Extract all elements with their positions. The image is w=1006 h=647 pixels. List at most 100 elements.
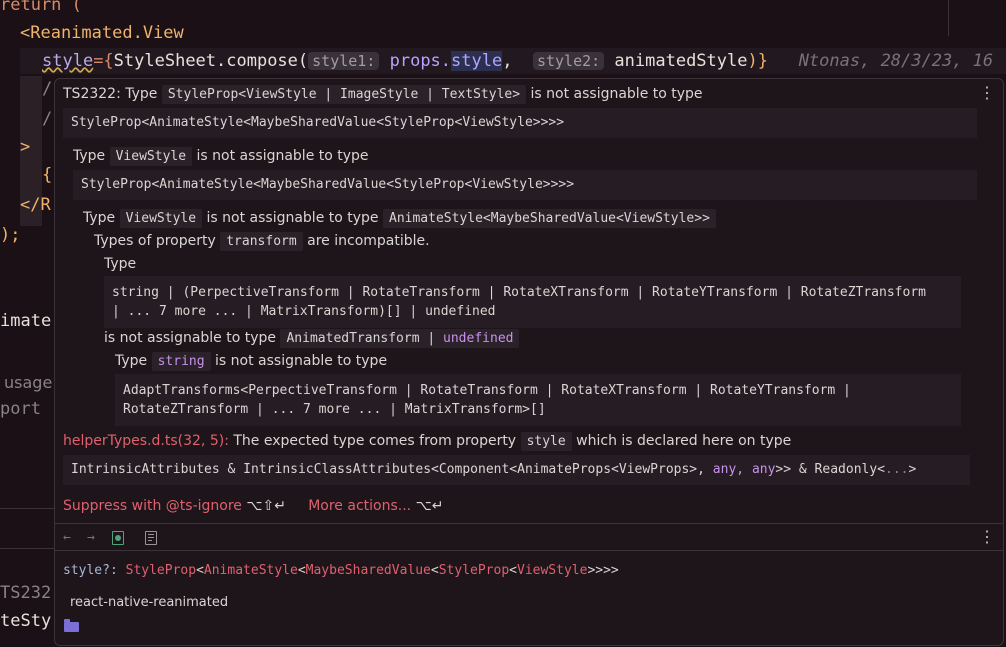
module-name: react-native-reanimated xyxy=(70,595,229,610)
arg-animated-style: animatedStyle xyxy=(614,51,748,71)
target-type-code: StyleProp<AnimateStyle<MaybeSharedValue<… xyxy=(63,108,977,138)
code-text: >> & Readonly< xyxy=(775,462,885,477)
error-line-2: Type ViewStyle is not assignable to type xyxy=(73,147,369,166)
git-blame-annotation: Ntonas, 28/3/23, 16 xyxy=(798,51,994,71)
sig-type: StyleProp xyxy=(438,563,510,578)
sig-bracket: < xyxy=(509,563,517,578)
error-text: which is declared here on type xyxy=(576,433,792,449)
any-keyword: any, xyxy=(712,462,745,477)
type-chip: ViewStyle xyxy=(109,147,193,166)
type-chip: AnimateStyle<MaybeSharedValue<ViewStyle>… xyxy=(383,209,716,228)
type-chip: ViewStyle xyxy=(119,209,203,228)
intrinsic-type-code: IntrinsicAttributes & IntrinsicClassAttr… xyxy=(63,455,970,485)
error-text: Type xyxy=(115,353,148,369)
function-call: StyleSheet.compose( xyxy=(113,51,309,71)
param-hint-style1: style1: xyxy=(308,52,380,70)
error-code: TS2322: xyxy=(63,86,121,102)
error-text: are incompatible. xyxy=(307,233,430,249)
code-line-style[interactable]: style={StyleSheet.compose(style1: props.… xyxy=(42,48,993,74)
code-fragment: usage xyxy=(4,373,53,392)
code-line-return: return ( xyxy=(0,0,82,18)
divider xyxy=(0,548,54,549)
type-chip: string xyxy=(151,352,211,371)
folder-icon xyxy=(64,619,79,632)
code-fragment: ); xyxy=(0,225,21,245)
sig-bracket: < xyxy=(297,563,306,578)
error-text: is not assignable to type xyxy=(206,210,379,226)
keyword-return: return ( xyxy=(0,0,82,15)
code-fragment: > xyxy=(20,137,31,157)
code-line-open-tag: <Reanimated.View xyxy=(20,20,184,46)
more-actions-link[interactable]: More actions... xyxy=(308,498,411,514)
sig-bracket: >>>> xyxy=(587,563,619,578)
sig-type: MaybeSharedValue xyxy=(305,563,431,578)
open-source-file-icon[interactable] xyxy=(112,531,124,545)
helper-types-line: helperTypes.d.ts(32, 5): The expected ty… xyxy=(63,432,792,451)
error-tooltip-popup[interactable]: ⋮ TS2322: Type StyleProp<ViewStyle | Ima… xyxy=(54,78,1004,646)
error-text: is not assignable to type xyxy=(196,148,369,164)
suppress-ts-ignore-action[interactable]: Suppress with @ts-ignore xyxy=(63,498,242,514)
external-docs-icon[interactable] xyxy=(145,531,157,545)
close-brace: )} xyxy=(747,51,768,71)
divider xyxy=(0,508,54,509)
error-text: is not assignable to type xyxy=(104,330,277,346)
shortcut-hint: ⌥↵ xyxy=(415,498,444,514)
undefined-keyword: undefined xyxy=(443,331,514,346)
sig-type: StyleProp xyxy=(125,563,197,578)
style-attribute[interactable]: style xyxy=(42,51,93,71)
code-fragment: / xyxy=(42,109,53,129)
code-line: RotateZTransform | ... 7 more ... | Matr… xyxy=(123,402,546,417)
sig-bracket: < xyxy=(196,563,204,578)
error-line-4: Types of property transform are incompat… xyxy=(94,232,430,251)
code-fragment: { xyxy=(42,165,53,185)
adapt-transforms-code: AdaptTransforms<PerpectiveTransform | Ro… xyxy=(115,374,961,426)
param-hint-style2: style2: xyxy=(532,52,605,70)
type-text: AnimatedTransform | xyxy=(286,331,436,346)
divider xyxy=(55,523,1003,524)
popup-menu-icon[interactable]: ⋮ xyxy=(979,83,995,102)
any-keyword: any xyxy=(751,462,776,477)
code-text: IntrinsicAttributes & IntrinsicClassAttr… xyxy=(71,462,705,477)
code-fragment: port xyxy=(0,399,41,419)
code-fragment: imate xyxy=(0,311,52,331)
code-fragment: teSty xyxy=(0,611,52,631)
type-chip: StyleProp<ViewStyle | ImageStyle | TextS… xyxy=(161,85,527,104)
quick-actions: Suppress with @ts-ignore ⌥⇧↵ More action… xyxy=(63,498,443,514)
helper-types-link[interactable]: helperTypes.d.ts(32, 5): xyxy=(63,433,229,449)
error-text: Types of property xyxy=(94,233,216,249)
type-chip: transform xyxy=(220,232,303,251)
shortcut-hint: ⌥⇧↵ xyxy=(246,498,286,514)
comma: , xyxy=(502,51,513,71)
code-fragment: TS232 xyxy=(0,583,52,603)
documentation-signature: style?: StyleProp<AnimateStyle<MaybeShar… xyxy=(63,563,619,578)
divider xyxy=(55,550,1003,551)
error-text: Type xyxy=(104,256,137,272)
error-text: Type xyxy=(73,148,106,164)
error-text: is not assignable to type xyxy=(215,353,388,369)
code-text: > xyxy=(908,462,917,477)
jsx-tag: <Reanimated.View xyxy=(20,23,184,43)
source-type-code: string | (PerpectiveTransform | RotateTr… xyxy=(104,276,961,328)
error-text: Type xyxy=(83,210,116,226)
forward-arrow-icon[interactable]: → xyxy=(87,530,95,545)
error-heading: TS2322: Type StyleProp<ViewStyle | Image… xyxy=(63,85,703,104)
code-line: AdaptTransforms<PerpectiveTransform | Ro… xyxy=(123,383,851,398)
arg-prop: style xyxy=(451,51,503,71)
error-line-6: is not assignable to type AnimatedTransf… xyxy=(104,329,520,348)
sig-type: ViewStyle xyxy=(517,563,588,578)
error-line-3: Type ViewStyle is not assignable to type… xyxy=(83,209,716,228)
ellipsis: ... xyxy=(885,462,909,477)
code-line: string | (PerpectiveTransform | RotateTr… xyxy=(112,285,926,300)
sig-bracket: < xyxy=(430,563,439,578)
arg-object: props. xyxy=(389,51,452,71)
error-line-7: Type string is not assignable to type xyxy=(115,352,388,371)
divider xyxy=(948,0,949,36)
toolbar-menu-icon[interactable]: ⋮ xyxy=(979,527,995,546)
error-text: is not assignable to type xyxy=(530,86,703,102)
error-text: Type xyxy=(125,86,158,102)
target-type-code: StyleProp<AnimateStyle<MaybeSharedValue<… xyxy=(73,170,977,200)
sig-name: style?: xyxy=(63,563,118,578)
back-arrow-icon[interactable]: ← xyxy=(63,530,71,545)
operator: ={ xyxy=(93,51,114,71)
sig-type: AnimateStyle xyxy=(203,563,298,578)
